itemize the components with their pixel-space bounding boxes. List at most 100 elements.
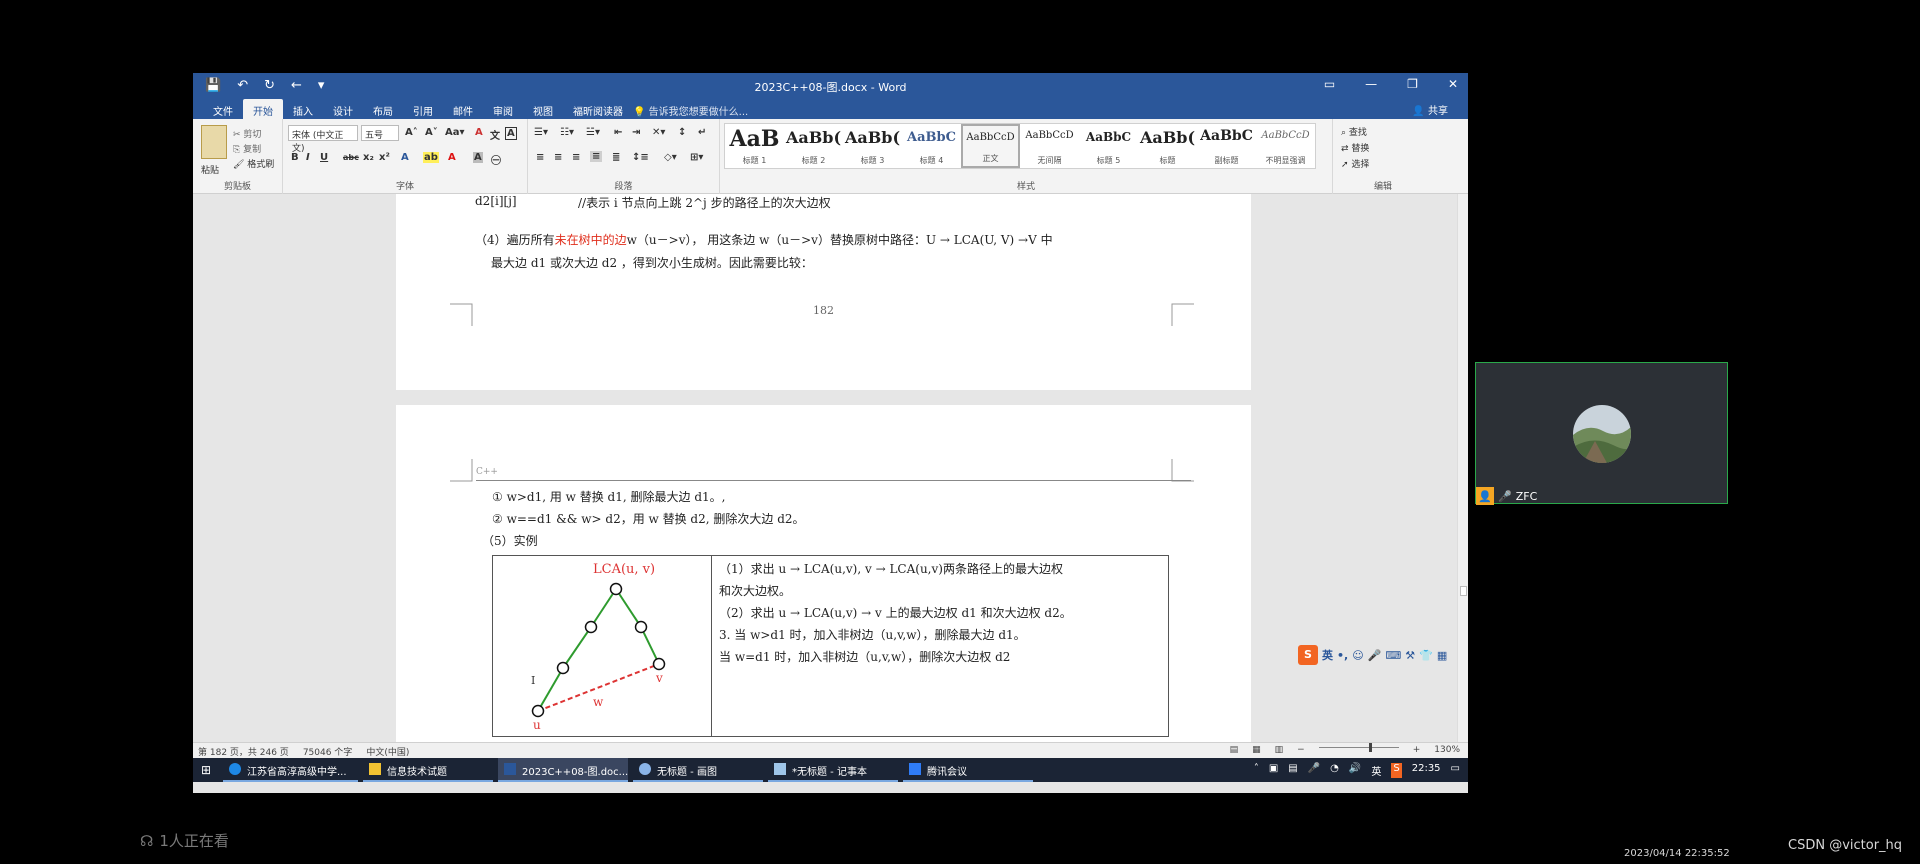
- punct-icon[interactable]: •,: [1337, 649, 1348, 662]
- align-center-button[interactable]: ≡: [554, 152, 562, 163]
- italic-button[interactable]: I: [306, 152, 310, 163]
- chinese-layout-button[interactable]: ✕▾: [652, 127, 665, 138]
- document-area[interactable]: d2[i][j] //表示 i 节点向上跳 2^j 步的路径上的次大边权 （4）…: [193, 194, 1457, 742]
- phonetic-guide-button[interactable]: 文: [490, 127, 500, 142]
- grow-font-button[interactable]: A˄: [405, 127, 418, 138]
- tray-clock[interactable]: 22:35: [1412, 763, 1441, 778]
- increase-indent-button[interactable]: ⇥: [632, 127, 640, 138]
- copy-button[interactable]: ⎘ 复制: [233, 142, 261, 155]
- font-size-select[interactable]: 五号: [361, 125, 399, 141]
- tell-me-search[interactable]: 💡 告诉我您想要做什么...: [633, 103, 748, 118]
- show-marks-button[interactable]: ↵: [698, 127, 706, 138]
- taskbar-item-word[interactable]: 2023C++08-图.doc...: [498, 758, 628, 782]
- distributed-button[interactable]: ≣: [612, 152, 620, 163]
- paste-icon[interactable]: [201, 125, 227, 159]
- clear-format-button[interactable]: A: [475, 127, 483, 138]
- style-heading-5[interactable]: AaBbC 标题 5: [1079, 124, 1138, 168]
- format-painter-button[interactable]: 🖌 格式刷: [233, 157, 274, 170]
- tab-review[interactable]: 审阅: [483, 99, 523, 119]
- char-shading-button[interactable]: A: [473, 152, 483, 163]
- taskbar-item-browser[interactable]: 江苏省高淳高级中学...: [223, 758, 358, 782]
- decrease-indent-button[interactable]: ⇤: [614, 127, 622, 138]
- style-heading-4[interactable]: AaBbC 标题 4: [902, 124, 961, 168]
- restore-icon[interactable]: ❐: [1407, 77, 1418, 91]
- align-left-button[interactable]: ≡: [536, 152, 544, 163]
- borders-button[interactable]: ⊞▾: [690, 152, 703, 163]
- sogou-logo-icon[interactable]: S: [1298, 645, 1318, 665]
- tray-mic-icon[interactable]: 🎤: [1308, 763, 1320, 778]
- superscript-button[interactable]: x²: [379, 152, 390, 163]
- sort-button[interactable]: ↕: [678, 127, 686, 138]
- zoom-out-icon[interactable]: −: [1297, 745, 1305, 755]
- keyboard-icon[interactable]: ⌨: [1385, 649, 1401, 662]
- font-name-select[interactable]: 宋体 (中文正文): [288, 125, 358, 154]
- skin-icon[interactable]: 👕: [1419, 649, 1433, 662]
- tray-volume-icon[interactable]: 🔊: [1349, 763, 1361, 778]
- taskbar-item-paint[interactable]: 无标题 - 画图: [633, 758, 763, 782]
- minimize-icon[interactable]: —: [1365, 77, 1377, 91]
- paste-button[interactable]: 粘贴: [201, 163, 219, 176]
- close-icon[interactable]: ✕: [1448, 77, 1458, 91]
- vertical-scrollbar[interactable]: [1457, 194, 1468, 742]
- bold-button[interactable]: B: [291, 152, 299, 163]
- text-effects-button[interactable]: A: [401, 152, 409, 163]
- zoom-level[interactable]: 130%: [1434, 745, 1460, 755]
- page-count[interactable]: 第 182 页，共 246 页: [198, 745, 289, 758]
- tray-sogou-icon[interactable]: S: [1391, 763, 1402, 778]
- multilevel-list-button[interactable]: ☱▾: [586, 127, 600, 138]
- enclose-char-button[interactable]: ㊀: [491, 152, 501, 167]
- tray-chevron-icon[interactable]: ˄: [1254, 763, 1259, 778]
- tray-ime[interactable]: 英: [1371, 763, 1381, 778]
- word-count[interactable]: 75046 个字: [303, 745, 353, 758]
- char-border-button[interactable]: A: [505, 127, 517, 140]
- shrink-font-button[interactable]: A˅: [425, 127, 438, 138]
- style-heading-2[interactable]: AaBb(标题 2: [784, 124, 843, 168]
- underline-button[interactable]: U: [320, 152, 328, 163]
- tab-design[interactable]: 设计: [323, 99, 363, 119]
- zoom-in-icon[interactable]: +: [1413, 745, 1421, 755]
- font-color-button[interactable]: A: [448, 152, 456, 163]
- tab-foxit[interactable]: 福昕阅读器: [563, 99, 633, 119]
- taskbar-item-folder[interactable]: 信息技术试题: [363, 758, 493, 782]
- highlight-button[interactable]: ab: [423, 152, 439, 163]
- language[interactable]: 中文(中国): [366, 745, 409, 758]
- style-heading-3[interactable]: AaBb(标题 3: [843, 124, 902, 168]
- tab-home[interactable]: 开始: [243, 99, 283, 119]
- tab-insert[interactable]: 插入: [283, 99, 323, 119]
- zoom-slider[interactable]: [1318, 742, 1399, 752]
- taskbar-item-meeting[interactable]: 腾讯会议: [903, 758, 1033, 782]
- find-button[interactable]: ⌕ 查找: [1341, 125, 1367, 138]
- scroll-thumb[interactable]: [1460, 586, 1467, 596]
- style-heading-1[interactable]: AaB 标题 1: [725, 124, 784, 168]
- tab-references[interactable]: 引用: [403, 99, 443, 119]
- cut-button[interactable]: ✂ 剪切: [233, 127, 261, 140]
- taskbar-item-notepad[interactable]: *无标题 - 记事本: [768, 758, 898, 782]
- emoji-icon[interactable]: ☺: [1352, 649, 1363, 662]
- web-layout-icon[interactable]: ▥: [1275, 745, 1284, 755]
- subscript-button[interactable]: x₂: [363, 152, 374, 163]
- tab-mailings[interactable]: 邮件: [443, 99, 483, 119]
- style-no-spacing[interactable]: AaBbCcD 无间隔: [1020, 124, 1079, 168]
- read-mode-icon[interactable]: ▤: [1230, 745, 1239, 755]
- tab-view[interactable]: 视图: [523, 99, 563, 119]
- style-subtitle[interactable]: AaBbC 副标题: [1197, 124, 1256, 168]
- windows-start-icon[interactable]: ⊞: [201, 763, 211, 777]
- style-normal[interactable]: AaBbCcD 正文: [961, 124, 1020, 168]
- shading-button[interactable]: ◇▾: [664, 152, 677, 163]
- notification-icon[interactable]: ▭: [1451, 763, 1460, 778]
- print-layout-icon[interactable]: ▦: [1252, 745, 1261, 755]
- tab-layout[interactable]: 布局: [363, 99, 403, 119]
- align-right-button[interactable]: ≡: [572, 152, 580, 163]
- tray-camera-icon[interactable]: ▤: [1288, 763, 1297, 778]
- ime-mode[interactable]: 英: [1322, 647, 1333, 663]
- tab-file[interactable]: 文件: [203, 99, 243, 119]
- participant-video-tile[interactable]: 👤 🎤 ZFC: [1475, 362, 1728, 505]
- toolbox-icon[interactable]: ⚒: [1405, 649, 1415, 662]
- numbering-button[interactable]: ☷▾: [560, 127, 574, 138]
- line-spacing-button[interactable]: ↕≡: [632, 152, 649, 163]
- tray-network-icon[interactable]: ◔: [1330, 763, 1339, 778]
- change-case-button[interactable]: Aa▾: [445, 127, 465, 138]
- share-button[interactable]: 👤 共享: [1412, 102, 1448, 117]
- bullets-button[interactable]: ☰▾: [534, 127, 548, 138]
- grid-icon[interactable]: ▦: [1437, 649, 1447, 662]
